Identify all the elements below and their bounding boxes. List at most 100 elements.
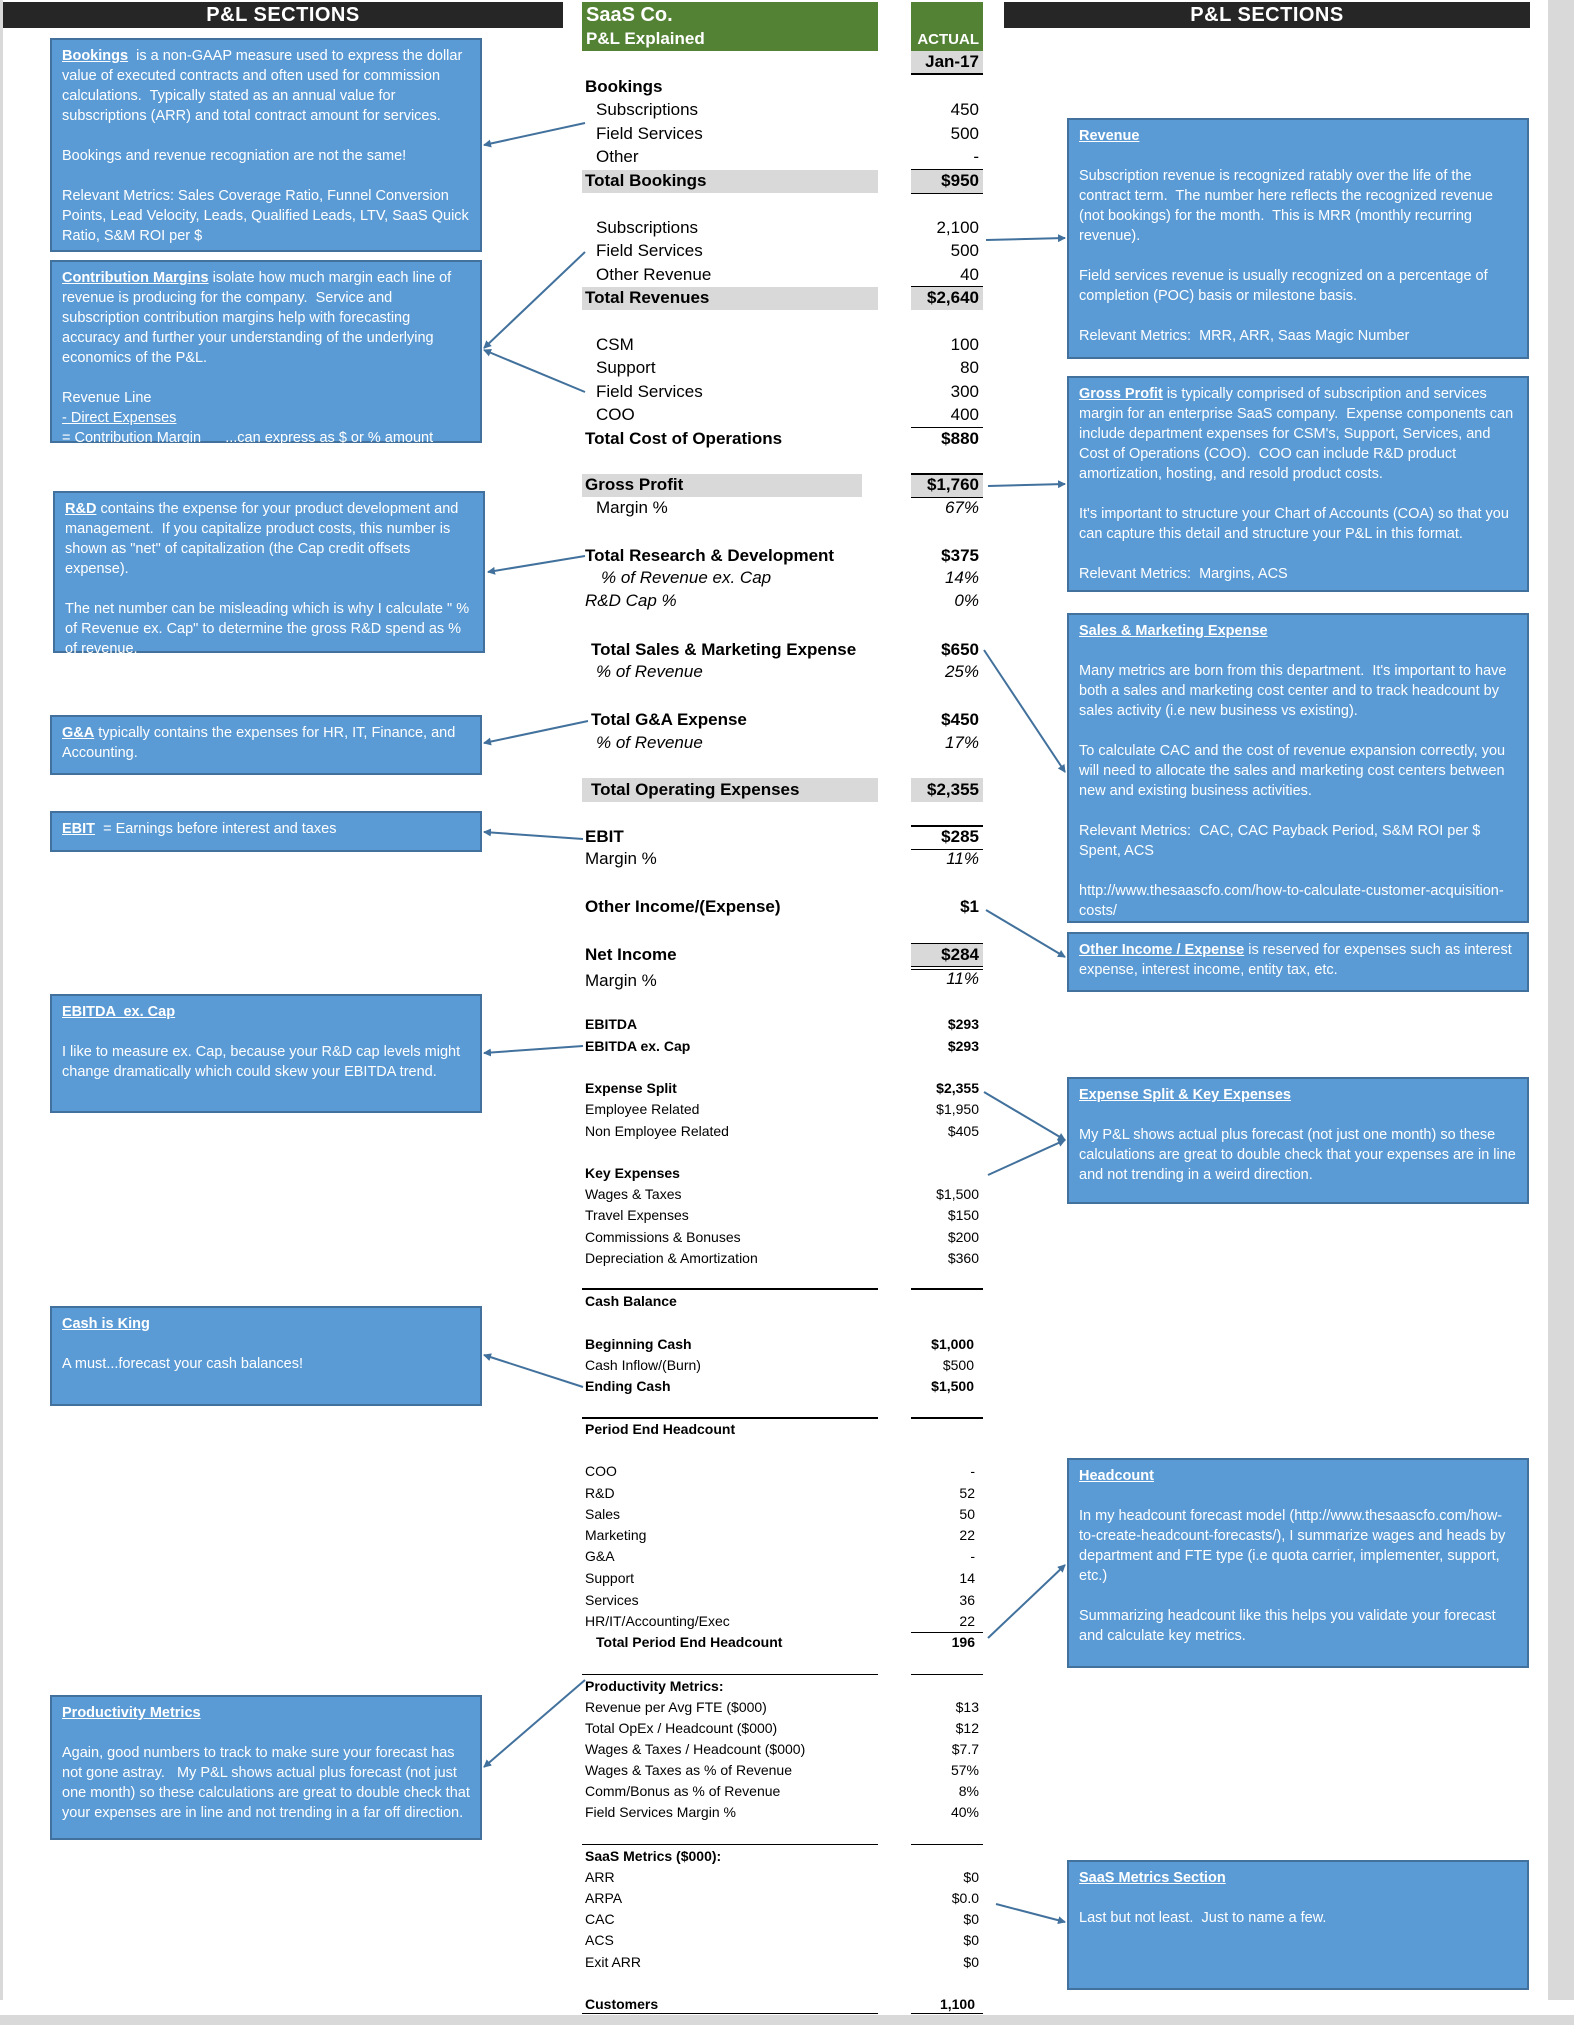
- saas-metric-value: $0: [963, 1932, 979, 1948]
- note-saas-metrics: SaaS Metrics Section Last but not least.…: [1067, 1860, 1529, 1990]
- note-rnd: R&D contains the expense for your produc…: [53, 491, 485, 657]
- note-title: EBIT: [62, 821, 96, 837]
- revenue-row-value: 40: [960, 265, 979, 284]
- total-headcount-value: 196: [951, 1634, 975, 1650]
- headcount-value: 52: [959, 1485, 975, 1501]
- ending-cash-label: Ending Cash: [585, 1378, 671, 1394]
- note-title: Other Income / Expense: [1079, 942, 1245, 958]
- ga-pct-label: % of Revenue: [596, 733, 703, 752]
- note-body: Subscription revenue is recognized ratab…: [1079, 168, 1494, 344]
- note-line: = Contribution Margin ...can express as …: [62, 430, 434, 446]
- cost-row-label: Field Services: [596, 382, 703, 401]
- cost-row-label: CSM: [596, 335, 634, 354]
- key-expense-value: $200: [947, 1229, 979, 1245]
- total-cost-ops-label: Total Cost of Operations: [585, 429, 783, 448]
- note-gross-profit: Gross Profit is typically comprised of s…: [1067, 376, 1529, 592]
- note-ga: G&A typically contains the expenses for …: [50, 715, 482, 775]
- headcount-value: -: [970, 1463, 975, 1479]
- net-income-value: $284: [941, 945, 979, 964]
- note-body: contains the expense for your product de…: [65, 501, 470, 657]
- cash-inflow-value: $500: [942, 1357, 974, 1373]
- revenue-row-value: 500: [950, 241, 979, 260]
- note-title: Revenue: [1079, 128, 1140, 144]
- saas-metrics-heading: SaaS Metrics ($000):: [585, 1848, 722, 1864]
- rule: [911, 1288, 983, 1290]
- gross-margin-value: 67%: [944, 498, 979, 517]
- saas-metric-label: Exit ARR: [585, 1954, 642, 1970]
- revenue-row-value: 2,100: [936, 218, 979, 237]
- gross-profit-label: Gross Profit: [585, 475, 684, 494]
- cost-row-label: COO: [596, 405, 635, 424]
- note-title: Productivity Metrics: [62, 1705, 201, 1721]
- revenue-row-label: Other Revenue: [596, 265, 712, 284]
- note-other-income: Other Income / Expense is reserved for e…: [1067, 932, 1529, 992]
- rnd-cap-value: 0%: [954, 591, 979, 610]
- note-expense-split: Expense Split & Key Expenses My P&L show…: [1067, 1077, 1529, 1204]
- net-margin-value: 11%: [946, 969, 979, 988]
- arrow-revenue: [985, 234, 1066, 243]
- arrow-expense-split-b: [987, 1139, 1066, 1176]
- note-productivity: Productivity Metrics Again, good numbers…: [50, 1695, 482, 1840]
- company-title-block: SaaS Co. P&L Explained: [582, 2, 878, 51]
- arrow-gross-profit: [987, 480, 1066, 489]
- ga-value: $450: [941, 710, 979, 729]
- productivity-value: $12: [955, 1720, 979, 1736]
- arrow-bookings: [483, 122, 586, 148]
- saas-metric-value: $0: [963, 1869, 979, 1885]
- cost-row-value: 100: [950, 335, 979, 354]
- arrow-contribution-cost: [483, 348, 586, 393]
- total-bookings-value: $950: [941, 171, 979, 190]
- expense-split-row-value: $405: [947, 1123, 979, 1139]
- productivity-value: 57%: [950, 1762, 979, 1778]
- arrow-other-income: [985, 909, 1066, 958]
- productivity-heading: Productivity Metrics:: [585, 1678, 724, 1694]
- note-sales-marketing: Sales & Marketing Expense Many metrics a…: [1067, 613, 1529, 923]
- note-body: I like to measure ex. Cap, because your …: [62, 1044, 461, 1080]
- ebitda-value: $293: [947, 1016, 979, 1032]
- ebitda-label: EBITDA: [585, 1016, 638, 1032]
- productivity-label: Revenue per Avg FTE ($000): [585, 1699, 767, 1715]
- note-body: is a non-GAAP measure used to express th…: [62, 48, 469, 244]
- company-name: SaaS Co.: [586, 4, 673, 26]
- note-title: G&A: [62, 725, 95, 741]
- arrow-saas-metrics: [995, 1903, 1066, 1925]
- key-expense-value: $360: [947, 1250, 979, 1266]
- note-body: = Earnings before interest and taxes: [95, 821, 337, 837]
- saas-metric-label: ARPA: [585, 1890, 623, 1906]
- headcount-label: Sales: [585, 1506, 621, 1522]
- sm-pct-label: % of Revenue: [596, 662, 703, 681]
- saas-metric-label: ARR: [585, 1869, 615, 1885]
- ending-cash-value: $1,500: [931, 1378, 974, 1394]
- note-title: Bookings: [62, 48, 129, 64]
- headcount-label: G&A: [585, 1548, 615, 1564]
- bookings-row-value: -: [973, 147, 979, 166]
- cost-row-value: 300: [950, 382, 979, 401]
- total-opex-label: Total Operating Expenses: [591, 780, 800, 799]
- key-expense-label: Depreciation & Amortization: [585, 1250, 758, 1266]
- revenue-row-label: Field Services: [596, 241, 703, 260]
- ebitda-excap-value: $293: [947, 1038, 979, 1054]
- arrow-cash: [483, 1353, 584, 1388]
- arrow-ga: [483, 720, 589, 746]
- saas-metric-value: $0: [963, 1911, 979, 1927]
- rnd-pct-label: % of Revenue ex. Cap: [601, 568, 772, 587]
- bookings-row-label: Subscriptions: [596, 100, 699, 119]
- productivity-value: 8%: [958, 1783, 979, 1799]
- arrow-ebit: [483, 828, 584, 840]
- actual-label: ACTUAL: [917, 31, 979, 48]
- productivity-value: $7.7: [951, 1741, 979, 1757]
- note-title: SaaS Metrics Section: [1079, 1870, 1226, 1886]
- left-section-header: P&L SECTIONS: [3, 2, 563, 28]
- beginning-cash-value: $1,000: [931, 1336, 974, 1352]
- productivity-label: Comm/Bonus as % of Revenue: [585, 1783, 781, 1799]
- gross-profit-value: $1,760: [927, 475, 979, 494]
- headcount-value: -: [970, 1548, 975, 1564]
- rnd-value: $375: [941, 546, 979, 565]
- customers-value: 1,100: [939, 1996, 975, 2012]
- note-line: - Direct Expenses: [62, 410, 177, 426]
- arrow-contribution-revenue: [483, 251, 586, 349]
- customers-label: Customers: [585, 1996, 659, 2012]
- productivity-label: Wages & Taxes as % of Revenue: [585, 1762, 792, 1778]
- note-title: Expense Split & Key Expenses: [1079, 1087, 1291, 1103]
- rule: [911, 966, 983, 967]
